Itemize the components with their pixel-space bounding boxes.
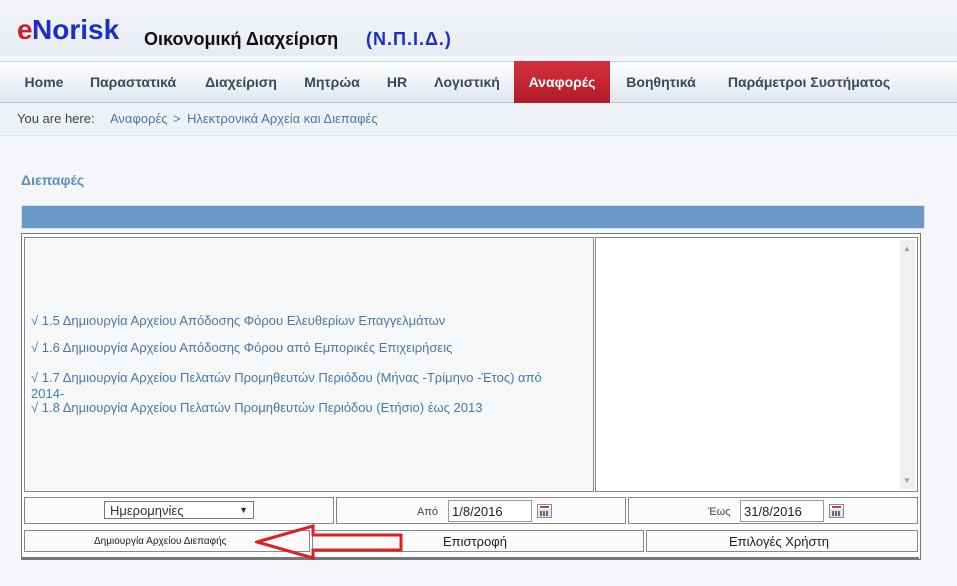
from-label: Από [417,506,439,518]
to-calendar-icon[interactable] [829,504,844,518]
nav-anafores[interactable]: Αναφορές [514,61,610,103]
details-panel: ▲ ▼ [595,237,918,492]
breadcrumb: You are here: Αναφορές > Ηλεκτρονικά Αρχ… [0,103,957,136]
details-scrollbar[interactable]: ▲ ▼ [900,240,915,489]
scroll-up-icon[interactable]: ▲ [903,244,911,253]
filter-type-value: Ημερομηνίες [110,503,184,518]
from-calendar-icon[interactable] [537,504,552,518]
nav-home[interactable]: Home [10,62,78,102]
nav-hr[interactable]: HR [376,62,418,102]
annotation-arrow-icon [255,524,403,560]
create-file-label[interactable]: Δημιουργία Αρχείου Διεπαφής [94,536,226,547]
breadcrumb-current: Ηλεκτρονικά Αρχεία και Διεπαφές [187,111,378,126]
scroll-down-icon[interactable]: ▼ [903,476,911,485]
user-options-label[interactable]: Επιλογές Χρήστη [729,534,829,549]
interfaces-list-panel [24,237,594,492]
breadcrumb-label: You are here: [17,111,95,126]
to-label: Έως [708,506,731,518]
app-subtitle: (Ν.Π.Ι.Δ.) [366,29,452,49]
filter-type-select[interactable]: Ημερομηνίες ▼ [104,501,254,519]
nav-parametroi-systimatos[interactable]: Παράμετροι Συστήματος [716,62,902,102]
brand-logo-e: e [17,14,33,45]
brand-logo-name: Norisk [32,14,120,45]
nav-parastatika[interactable]: Παραστατικά [80,62,186,102]
breadcrumb-link-anafores[interactable]: Αναφορές [110,103,168,135]
menu-item-1-7[interactable]: √ 1.7 Δημιουργία Αρχείου Πελατών Προμηθε… [31,370,576,402]
app-header: e Norisk Οικονομική Διαχείριση (Ν.Π.Ι.Δ.… [0,0,957,56]
menu-item-1-5[interactable]: √ 1.5 Δημιουργία Αρχείου Απόδοσης Φόρου … [31,313,576,329]
breadcrumb-separator: > [173,111,181,126]
section-title: Διεπαφές [21,172,85,188]
dropdown-arrow-icon: ▼ [239,505,248,515]
nav-diaxeirisi[interactable]: Διαχείριση [192,62,290,102]
back-label[interactable]: Επιστροφή [443,534,507,549]
app-title: Οικονομική Διαχείριση [144,29,339,49]
nav-mitroa[interactable]: Μητρώα [294,62,370,102]
nav-voithitika[interactable]: Βοηθητικά [614,62,708,102]
nav-logistiki[interactable]: Λογιστική [424,62,510,102]
menu-item-1-6[interactable]: √ 1.6 Δημιουργία Αρχείου Απόδοσης Φόρου … [31,340,576,356]
main-nav: Home Παραστατικά Διαχείριση Μητρώα HR Λο… [0,61,957,103]
menu-item-1-8[interactable]: √ 1.8 Δημιουργία Αρχείου Πελατών Προμηθε… [31,400,576,416]
to-date-input[interactable]: 31/8/2016 [740,500,824,522]
section-header-band [21,205,925,229]
from-date-input[interactable]: 1/8/2016 [448,500,532,522]
panel-bottom-border [21,557,919,559]
